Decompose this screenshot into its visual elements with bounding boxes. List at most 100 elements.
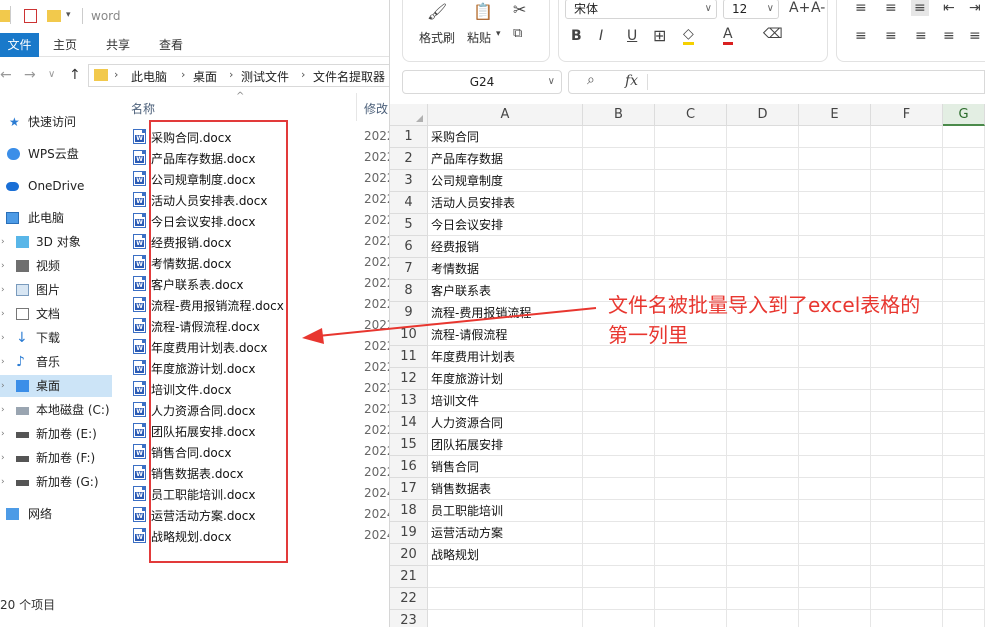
font-name-select[interactable]: 宋体 ∨: [565, 0, 717, 19]
row-header[interactable]: 18: [390, 500, 428, 522]
expand-icon[interactable]: ›: [1, 351, 5, 373]
nav-downloads[interactable]: › ↓ 下载: [0, 327, 112, 349]
column-header-f[interactable]: F: [871, 104, 943, 126]
row-header[interactable]: 14: [390, 412, 428, 434]
nav-documents[interactable]: › 文档: [0, 303, 112, 325]
distributed-icon[interactable]: ≡: [969, 28, 981, 44]
nav-network[interactable]: 网络: [0, 503, 112, 525]
format-painter-button[interactable]: 格式刷: [419, 29, 455, 46]
customize-toolbar-icon[interactable]: ▾: [66, 10, 80, 24]
column-header-a[interactable]: A: [428, 104, 583, 126]
align-left-icon[interactable]: ≡: [855, 28, 867, 44]
paste-icon[interactable]: 📋: [473, 2, 493, 21]
paste-button[interactable]: 粘贴: [467, 29, 491, 46]
cell-a4[interactable]: 活动人员安排表: [431, 192, 515, 214]
expand-icon[interactable]: ›: [1, 255, 5, 277]
nav-desktop[interactable]: › 桌面: [0, 375, 112, 397]
tab-share[interactable]: 共享: [98, 33, 138, 57]
chevron-down-icon[interactable]: ▾: [496, 29, 501, 39]
cell-a1[interactable]: 采购合同: [431, 126, 479, 148]
tab-home[interactable]: 主页: [45, 33, 85, 57]
cell-a12[interactable]: 年度旅游计划: [431, 368, 503, 390]
fill-color-icon[interactable]: ◇: [683, 26, 694, 45]
zoom-icon[interactable]: ⌕: [587, 72, 595, 88]
cell-a17[interactable]: 销售数据表: [431, 478, 491, 500]
expand-icon[interactable]: ›: [1, 231, 5, 253]
back-icon[interactable]: ←: [0, 67, 12, 83]
recent-locations-icon[interactable]: ∨: [48, 69, 55, 80]
font-size-select[interactable]: 12 ∨: [723, 0, 779, 19]
cell-a15[interactable]: 团队拓展安排: [431, 434, 503, 456]
underline-button[interactable]: U: [627, 28, 637, 44]
column-header-modified[interactable]: 修改: [364, 100, 388, 117]
sheet-grid[interactable]: A B C D E F G 1 采购合同 2 产品库存数据 3 公司规章制度 4 活动人员安排表 5 今日会议安…: [390, 104, 985, 627]
address-box[interactable]: › 此电脑 › 桌面 › 测试文件 › 文件名提取器: [88, 64, 389, 87]
eraser-icon[interactable]: ⌫: [763, 26, 783, 42]
font-shrink-button[interactable]: A-: [811, 0, 825, 16]
tab-file[interactable]: 文件: [0, 33, 39, 57]
cell-a3[interactable]: 公司规章制度: [431, 170, 503, 192]
border-icon[interactable]: ⊞: [653, 26, 666, 45]
nav-onedrive[interactable]: OneDrive: [0, 175, 112, 197]
expand-icon[interactable]: ›: [1, 303, 5, 325]
row-header[interactable]: 1: [390, 126, 428, 148]
nav-music[interactable]: › ♪ 音乐: [0, 351, 112, 373]
nav-volume-f[interactable]: › 新加卷 (F:): [0, 447, 112, 469]
copy-icon[interactable]: ⧉: [513, 26, 522, 41]
column-divider[interactable]: [356, 93, 357, 121]
align-center-icon[interactable]: ≡: [885, 28, 897, 44]
nav-3d-objects[interactable]: › 3D 对象: [0, 231, 112, 253]
cell-a8[interactable]: 客户联系表: [431, 280, 491, 302]
nav-local-disk-c[interactable]: › 本地磁盘 (C:): [0, 399, 112, 421]
row-header[interactable]: 23: [390, 610, 428, 627]
font-grow-button[interactable]: A+: [789, 0, 810, 16]
row-header[interactable]: 12: [390, 368, 428, 390]
breadcrumb-desktop[interactable]: 桌面: [193, 68, 217, 85]
cell-a7[interactable]: 考情数据: [431, 258, 479, 280]
expand-icon[interactable]: ›: [1, 399, 5, 421]
fx-icon[interactable]: fx: [625, 73, 638, 89]
column-header-d[interactable]: D: [727, 104, 799, 126]
row-header[interactable]: 13: [390, 390, 428, 412]
row-header[interactable]: 3: [390, 170, 428, 192]
properties-icon[interactable]: [24, 9, 37, 23]
column-header-e[interactable]: E: [799, 104, 871, 126]
expand-icon[interactable]: ›: [1, 423, 5, 445]
indent-increase-icon[interactable]: ⇥: [969, 0, 981, 16]
row-header[interactable]: 5: [390, 214, 428, 236]
cut-icon[interactable]: ✂: [513, 0, 526, 19]
breadcrumb-test-files[interactable]: 测试文件: [241, 68, 289, 85]
breadcrumb-this-pc[interactable]: 此电脑: [131, 68, 167, 85]
row-header[interactable]: 21: [390, 566, 428, 588]
cell-a5[interactable]: 今日会议安排: [431, 214, 503, 236]
italic-button[interactable]: I: [599, 28, 603, 44]
cell-a2[interactable]: 产品库存数据: [431, 148, 503, 170]
row-header[interactable]: 9: [390, 302, 428, 324]
cell-a16[interactable]: 销售合同: [431, 456, 479, 478]
row-header[interactable]: 19: [390, 522, 428, 544]
indent-decrease-icon[interactable]: ⇤: [943, 0, 955, 16]
up-icon[interactable]: ↑: [69, 67, 81, 83]
row-header[interactable]: 6: [390, 236, 428, 258]
nav-pictures[interactable]: › 图片: [0, 279, 112, 301]
tab-view[interactable]: 查看: [151, 33, 191, 57]
cell-a9[interactable]: 流程-费用报销流程: [431, 302, 531, 324]
row-header[interactable]: 2: [390, 148, 428, 170]
forward-icon[interactable]: →: [24, 67, 36, 83]
cell-a13[interactable]: 培训文件: [431, 390, 479, 412]
nav-this-pc[interactable]: 此电脑: [0, 207, 112, 229]
nav-volume-g[interactable]: › 新加卷 (G:): [0, 471, 112, 493]
expand-icon[interactable]: ›: [1, 327, 5, 349]
cell-a6[interactable]: 经费报销: [431, 236, 479, 258]
align-right-icon[interactable]: ≡: [915, 28, 927, 44]
cell-a14[interactable]: 人力资源合同: [431, 412, 503, 434]
expand-icon[interactable]: ›: [1, 447, 5, 469]
column-header-c[interactable]: C: [655, 104, 727, 126]
cell-a18[interactable]: 员工职能培训: [431, 500, 503, 522]
nav-wps-cloud[interactable]: WPS云盘: [0, 143, 112, 165]
name-box[interactable]: G24 ∨: [402, 70, 562, 94]
cell-a10[interactable]: 流程-请假流程: [431, 324, 507, 346]
row-header[interactable]: 20: [390, 544, 428, 566]
expand-icon[interactable]: ›: [1, 279, 5, 301]
row-header[interactable]: 11: [390, 346, 428, 368]
